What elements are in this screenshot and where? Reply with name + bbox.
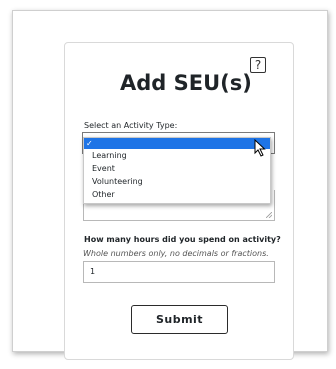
option-learning[interactable]: Learning — [84, 149, 270, 162]
activity-type-dropdown[interactable]: ✓ Learning Event Volunteering Other — [83, 137, 271, 204]
help-icon[interactable]: ? — [250, 57, 266, 73]
hours-input[interactable]: 1 — [83, 261, 275, 283]
activity-type-label: Select an Activity Type: — [84, 121, 178, 130]
resize-grip-icon[interactable] — [266, 212, 272, 218]
hours-hint: Whole numbers only, no decimals or fract… — [83, 249, 269, 258]
hours-label: How many hours did you spend on activity… — [84, 235, 281, 244]
mouse-pointer-icon — [254, 139, 266, 157]
option-event[interactable]: Event — [84, 162, 270, 175]
option-volunteering[interactable]: Volunteering — [84, 175, 270, 188]
submit-button[interactable]: Submit — [131, 305, 228, 334]
option-other[interactable]: Other — [84, 188, 270, 201]
page-title: Add SEU(s) — [120, 71, 252, 95]
option-blank-selected[interactable]: ✓ — [84, 138, 270, 149]
